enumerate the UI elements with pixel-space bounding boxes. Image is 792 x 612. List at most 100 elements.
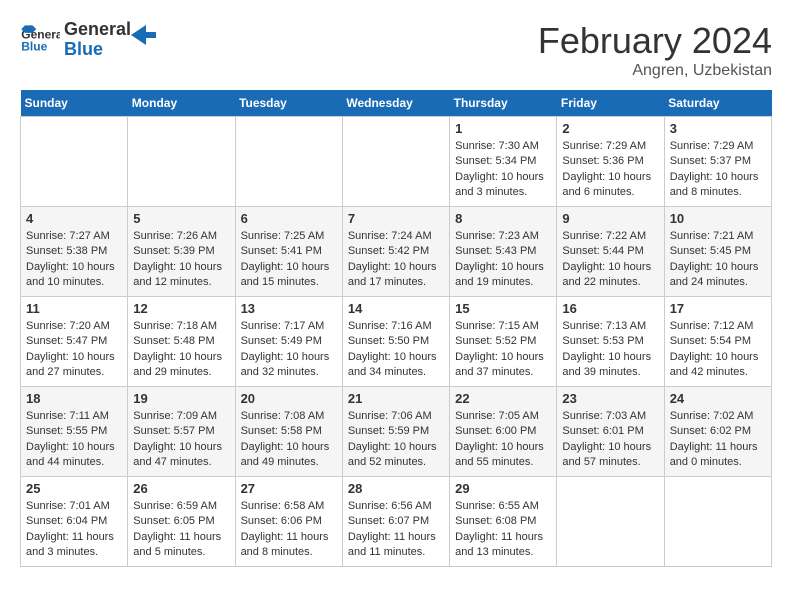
calendar-cell: 3 Sunrise: 7:29 AMSunset: 5:37 PMDaylight… <box>664 117 771 207</box>
day-number: 11 <box>26 301 122 316</box>
calendar-cell: 16 Sunrise: 7:13 AMSunset: 5:53 PMDayligh… <box>557 297 664 387</box>
day-info: Sunrise: 7:09 AMSunset: 5:57 PMDaylight:… <box>133 409 229 471</box>
day-info: Sunrise: 7:24 AMSunset: 5:42 PMDaylight:… <box>348 229 444 291</box>
page-header: General Blue General Blue February 2024 … <box>20 20 772 80</box>
day-info: Sunrise: 7:05 AMSunset: 6:00 PMDaylight:… <box>455 409 551 471</box>
calendar-cell: 13Sunrise: 7:17 AMSunset: 5:49 PMDayligh… <box>235 297 342 387</box>
calendar-week-4: 18 Sunrise: 7:11 AMSunset: 5:55 PMDayligh… <box>21 387 772 477</box>
calendar-cell <box>557 477 664 567</box>
calendar-cell: 15 Sunrise: 7:15 AMSunset: 5:52 PMDayligh… <box>450 297 557 387</box>
day-number: 28 <box>348 481 444 496</box>
calendar-cell: 2Sunrise: 7:29 AMSunset: 5:36 PMDaylight… <box>557 117 664 207</box>
day-number: 2 <box>562 121 658 136</box>
calendar-cell: 21Sunrise: 7:06 AMSunset: 5:59 PMDayligh… <box>342 387 449 477</box>
calendar-cell: 25 Sunrise: 7:01 AMSunset: 6:04 PMDayligh… <box>21 477 128 567</box>
day-info: Sunrise: 7:13 AMSunset: 5:53 PMDaylight:… <box>562 319 658 381</box>
calendar-cell: 20 Sunrise: 7:08 AMSunset: 5:58 PMDayligh… <box>235 387 342 477</box>
weekday-header-friday: Friday <box>557 90 664 117</box>
day-info: Sunrise: 7:01 AMSunset: 6:04 PMDaylight:… <box>26 499 122 561</box>
calendar-cell: 28 Sunrise: 6:56 AMSunset: 6:07 PMDayligh… <box>342 477 449 567</box>
location-subtitle: Angren, Uzbekistan <box>538 62 772 80</box>
calendar-cell: 11 Sunrise: 7:20 AMSunset: 5:47 PMDayligh… <box>21 297 128 387</box>
month-title: February 2024 <box>538 20 772 62</box>
day-number: 14 <box>348 301 444 316</box>
calendar-cell: 14 Sunrise: 7:16 AMSunset: 5:50 PMDayligh… <box>342 297 449 387</box>
calendar-cell <box>21 117 128 207</box>
calendar-cell: 7 Sunrise: 7:24 AMSunset: 5:42 PMDaylight… <box>342 207 449 297</box>
day-number: 26 <box>133 481 229 496</box>
weekday-header-row: SundayMondayTuesdayWednesdayThursdayFrid… <box>21 90 772 117</box>
day-number: 19 <box>133 391 229 406</box>
calendar-cell: 26 Sunrise: 6:59 AMSunset: 6:05 PMDayligh… <box>128 477 235 567</box>
day-info: Sunrise: 7:08 AMSunset: 5:58 PMDaylight:… <box>241 409 337 471</box>
day-info: Sunrise: 7:03 AMSunset: 6:01 PMDaylight:… <box>562 409 658 471</box>
day-number: 15 <box>455 301 551 316</box>
day-number: 24 <box>670 391 766 406</box>
title-block: February 2024 Angren, Uzbekistan <box>538 20 772 80</box>
logo-blue: Blue <box>64 40 131 60</box>
calendar-week-1: 1Sunrise: 7:30 AMSunset: 5:34 PMDaylight… <box>21 117 772 207</box>
day-info: Sunrise: 7:15 AMSunset: 5:52 PMDaylight:… <box>455 319 551 381</box>
weekday-header-wednesday: Wednesday <box>342 90 449 117</box>
day-number: 20 <box>241 391 337 406</box>
day-info: Sunrise: 7:27 AMSunset: 5:38 PMDaylight:… <box>26 229 122 291</box>
calendar-cell: 4 Sunrise: 7:27 AMSunset: 5:38 PMDaylight… <box>21 207 128 297</box>
logo-icon: General Blue <box>20 25 60 55</box>
day-info: Sunrise: 6:59 AMSunset: 6:05 PMDaylight:… <box>133 499 229 561</box>
day-number: 3 <box>670 121 766 136</box>
day-number: 7 <box>348 211 444 226</box>
day-number: 1 <box>455 121 551 136</box>
calendar-cell: 5Sunrise: 7:26 AMSunset: 5:39 PMDaylight… <box>128 207 235 297</box>
logo-general: General <box>64 20 131 40</box>
day-info: Sunrise: 7:02 AMSunset: 6:02 PMDaylight:… <box>670 409 766 471</box>
day-info: Sunrise: 7:11 AMSunset: 5:55 PMDaylight:… <box>26 409 122 471</box>
day-info: Sunrise: 6:56 AMSunset: 6:07 PMDaylight:… <box>348 499 444 561</box>
logo: General Blue General Blue <box>20 20 156 60</box>
day-number: 21 <box>348 391 444 406</box>
weekday-header-saturday: Saturday <box>664 90 771 117</box>
calendar-cell: 22 Sunrise: 7:05 AMSunset: 6:00 PMDayligh… <box>450 387 557 477</box>
day-number: 29 <box>455 481 551 496</box>
calendar-cell: 8Sunrise: 7:23 AMSunset: 5:43 PMDaylight… <box>450 207 557 297</box>
day-info: Sunrise: 7:21 AMSunset: 5:45 PMDaylight:… <box>670 229 766 291</box>
calendar-cell <box>235 117 342 207</box>
day-number: 16 <box>562 301 658 316</box>
day-number: 18 <box>26 391 122 406</box>
calendar-cell: 24 Sunrise: 7:02 AMSunset: 6:02 PMDayligh… <box>664 387 771 477</box>
calendar-cell: 18 Sunrise: 7:11 AMSunset: 5:55 PMDayligh… <box>21 387 128 477</box>
day-number: 6 <box>241 211 337 226</box>
day-info: Sunrise: 7:12 AMSunset: 5:54 PMDaylight:… <box>670 319 766 381</box>
day-info: Sunrise: 7:23 AMSunset: 5:43 PMDaylight:… <box>455 229 551 291</box>
calendar-cell: 19 Sunrise: 7:09 AMSunset: 5:57 PMDayligh… <box>128 387 235 477</box>
day-info: Sunrise: 7:29 AMSunset: 5:37 PMDaylight:… <box>670 139 766 201</box>
calendar-week-2: 4 Sunrise: 7:27 AMSunset: 5:38 PMDaylight… <box>21 207 772 297</box>
day-number: 27 <box>241 481 337 496</box>
weekday-header-monday: Monday <box>128 90 235 117</box>
day-number: 10 <box>670 211 766 226</box>
calendar-cell <box>664 477 771 567</box>
logo-arrow-icon <box>126 20 156 50</box>
calendar-table: SundayMondayTuesdayWednesdayThursdayFrid… <box>20 90 772 567</box>
calendar-cell: 27Sunrise: 6:58 AMSunset: 6:06 PMDayligh… <box>235 477 342 567</box>
weekday-header-sunday: Sunday <box>21 90 128 117</box>
calendar-cell: 23Sunrise: 7:03 AMSunset: 6:01 PMDayligh… <box>557 387 664 477</box>
day-number: 9 <box>562 211 658 226</box>
day-number: 17 <box>670 301 766 316</box>
day-info: Sunrise: 7:18 AMSunset: 5:48 PMDaylight:… <box>133 319 229 381</box>
day-number: 22 <box>455 391 551 406</box>
day-info: Sunrise: 7:22 AMSunset: 5:44 PMDaylight:… <box>562 229 658 291</box>
day-number: 25 <box>26 481 122 496</box>
calendar-cell <box>128 117 235 207</box>
day-number: 4 <box>26 211 122 226</box>
calendar-cell: 9 Sunrise: 7:22 AMSunset: 5:44 PMDaylight… <box>557 207 664 297</box>
calendar-cell <box>342 117 449 207</box>
calendar-cell: 6Sunrise: 7:25 AMSunset: 5:41 PMDaylight… <box>235 207 342 297</box>
calendar-week-5: 25 Sunrise: 7:01 AMSunset: 6:04 PMDayligh… <box>21 477 772 567</box>
calendar-cell: 10 Sunrise: 7:21 AMSunset: 5:45 PMDayligh… <box>664 207 771 297</box>
calendar-cell: 12Sunrise: 7:18 AMSunset: 5:48 PMDayligh… <box>128 297 235 387</box>
day-info: Sunrise: 7:16 AMSunset: 5:50 PMDaylight:… <box>348 319 444 381</box>
day-info: Sunrise: 7:26 AMSunset: 5:39 PMDaylight:… <box>133 229 229 291</box>
calendar-cell: 17 Sunrise: 7:12 AMSunset: 5:54 PMDayligh… <box>664 297 771 387</box>
day-info: Sunrise: 7:20 AMSunset: 5:47 PMDaylight:… <box>26 319 122 381</box>
calendar-cell: 29Sunrise: 6:55 AMSunset: 6:08 PMDayligh… <box>450 477 557 567</box>
